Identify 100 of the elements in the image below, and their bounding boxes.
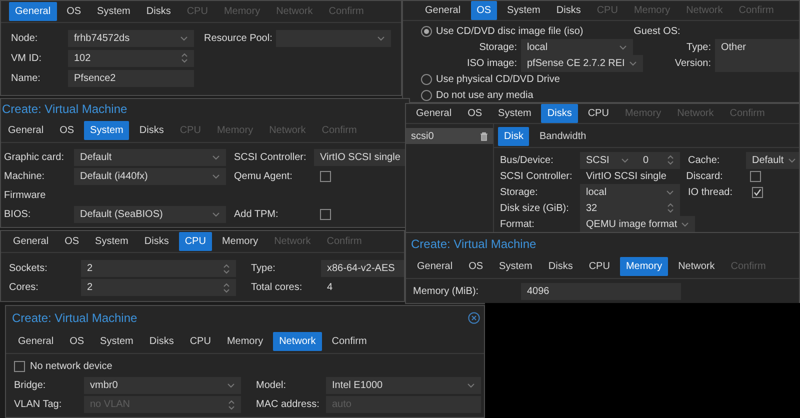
- spin-field[interactable]: 2: [81, 279, 236, 296]
- option-label: No network device: [29, 360, 112, 374]
- tab[interactable]: CPU: [582, 104, 615, 123]
- tab[interactable]: General: [2, 121, 50, 140]
- dropdown[interactable]: Default: [74, 149, 226, 166]
- radio-label: Use physical CD/DVD Drive: [435, 72, 560, 86]
- field-label: Node:: [11, 32, 39, 46]
- tab[interactable]: OS: [462, 257, 490, 276]
- dropdown[interactable]: local: [521, 38, 633, 56]
- tab[interactable]: Disks: [140, 2, 177, 21]
- spinner-icon: [181, 52, 188, 64]
- radio-button[interactable]: [421, 74, 432, 84]
- checkbox[interactable]: [320, 209, 331, 220]
- field-label: MAC address:: [256, 398, 320, 412]
- chevron-icon: [666, 190, 674, 194]
- tab[interactable]: General: [12, 332, 60, 351]
- spin-field[interactable]: 32: [580, 200, 680, 216]
- field-label: Bridge:: [14, 379, 47, 393]
- tab[interactable]: Memory: [220, 332, 270, 351]
- field-label: IO thread:: [688, 186, 734, 200]
- checkbox[interactable]: [752, 186, 763, 198]
- field-value: 4: [326, 281, 333, 295]
- tab[interactable]: System: [492, 104, 538, 123]
- dropdown[interactable]: frhb74572ds: [68, 30, 194, 46]
- field-label: Cache:: [688, 154, 721, 168]
- radio-button[interactable]: [421, 90, 432, 100]
- dropdown[interactable]: pfSense CE 2.7.2 REI: [521, 54, 643, 72]
- field-label: Disk size (GiB):: [500, 202, 570, 216]
- subtab[interactable]: Disk: [498, 127, 530, 146]
- tab[interactable]: Memory: [620, 257, 668, 276]
- tab[interactable]: OS: [64, 332, 90, 351]
- tab[interactable]: System: [94, 332, 140, 351]
- tab[interactable]: General: [411, 257, 459, 276]
- field-label: Total cores:: [251, 281, 304, 295]
- tab[interactable]: CPU: [582, 257, 616, 276]
- field-label: Cores:: [9, 281, 40, 295]
- chevron-icon: [621, 158, 629, 162]
- dropdown[interactable]: local: [580, 184, 680, 200]
- spin-field[interactable]: 102: [68, 50, 194, 66]
- tab[interactable]: Disks: [133, 121, 170, 140]
- tab[interactable]: OS: [58, 232, 86, 251]
- radio-label: Do not use any media: [435, 88, 534, 102]
- list-item[interactable]: scsi0: [406, 128, 493, 144]
- dropdown[interactable]: Default (i440fx): [74, 168, 226, 185]
- tab[interactable]: Disks: [541, 104, 578, 123]
- field-label: VM ID:: [11, 52, 43, 66]
- tab[interactable]: OS: [54, 121, 80, 140]
- tab[interactable]: System: [493, 257, 538, 276]
- chevron-icon: [212, 174, 220, 179]
- tab[interactable]: General: [410, 104, 458, 123]
- text-field[interactable]: x86-64-v2-AES: [321, 260, 404, 277]
- tab[interactable]: OS: [470, 1, 498, 20]
- section-heading: Firmware: [4, 189, 46, 203]
- text-field[interactable]: Pfsence2: [68, 70, 194, 86]
- checkbox[interactable]: [750, 170, 762, 182]
- tab[interactable]: General: [419, 1, 467, 20]
- dropdown[interactable]: Other: [715, 38, 799, 56]
- close-icon[interactable]: [468, 312, 480, 324]
- tab[interactable]: CPU: [178, 232, 212, 251]
- tab[interactable]: System: [84, 121, 130, 140]
- field-label: Format:: [500, 218, 536, 232]
- tab[interactable]: General: [9, 2, 57, 21]
- tab[interactable]: Disks: [550, 1, 587, 20]
- spin-field[interactable]: 0: [635, 152, 680, 168]
- dropdown[interactable]: Default (SeaBIOS): [74, 206, 226, 223]
- field-label: Name:: [11, 72, 42, 86]
- tab[interactable]: Network: [672, 257, 721, 276]
- tab[interactable]: General: [7, 232, 55, 251]
- tab[interactable]: CPU: [184, 332, 217, 351]
- radio-label: Use CD/DVD disc image file (iso): [435, 24, 584, 38]
- tab[interactable]: Disks: [138, 232, 175, 251]
- tab[interactable]: Memory: [216, 232, 264, 251]
- tab[interactable]: System: [89, 232, 134, 251]
- checkbox[interactable]: [320, 171, 331, 182]
- dropdown[interactable]: vmbr0: [84, 377, 241, 394]
- chevron-icon: [377, 36, 385, 40]
- dropdown[interactable]: Default: [746, 152, 799, 168]
- tab[interactable]: Confirm: [326, 332, 373, 351]
- spin-field[interactable]: 2: [81, 260, 236, 277]
- dropdown[interactable]: SCSI: [580, 152, 635, 168]
- chevron-icon: [628, 60, 637, 66]
- chevron-icon: [180, 36, 188, 40]
- tab[interactable]: System: [501, 1, 546, 20]
- dropdown[interactable]: Intel E1000: [326, 377, 481, 394]
- field-label: Version:: [674, 56, 712, 70]
- field-label: Machine:: [4, 170, 46, 184]
- subtab[interactable]: Bandwidth: [533, 127, 592, 146]
- tab[interactable]: System: [91, 2, 136, 21]
- tab[interactable]: OS: [60, 2, 88, 21]
- tab[interactable]: Disks: [542, 257, 579, 276]
- tab[interactable]: OS: [462, 104, 488, 123]
- checkbox[interactable]: [14, 361, 25, 372]
- radio-button[interactable]: [421, 26, 432, 36]
- field-label: Storage:: [478, 40, 518, 54]
- tab[interactable]: Network: [273, 332, 322, 351]
- field-label: Storage:: [500, 186, 539, 200]
- field-label: Type:: [686, 40, 712, 54]
- text-field[interactable]: 4096: [521, 282, 681, 300]
- dialog-title: Create: Virtual Machine: [12, 310, 138, 327]
- tab[interactable]: Disks: [143, 332, 180, 351]
